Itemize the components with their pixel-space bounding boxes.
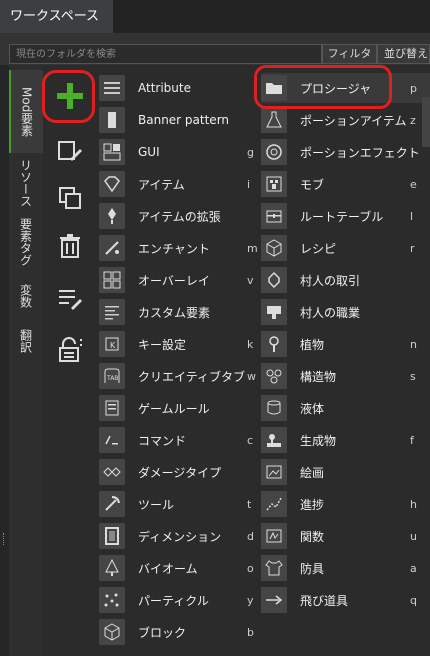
menu-item-armor[interactable]: 防具 a bbox=[261, 553, 430, 583]
emerald-icon bbox=[261, 267, 287, 293]
portal-icon bbox=[99, 523, 125, 549]
menu-item-block[interactable]: ブロック b bbox=[99, 617, 259, 647]
item-extension-icon bbox=[99, 203, 125, 229]
menu-item-villager-trade[interactable]: 村人の取引 bbox=[261, 265, 430, 295]
vtab-mod-elements[interactable]: Mod要素 bbox=[9, 70, 43, 153]
menu-item-enchantment[interactable]: エンチャント m bbox=[99, 233, 259, 263]
sort-button[interactable]: 並び替え bbox=[377, 44, 430, 64]
lock-icon bbox=[59, 337, 82, 362]
menu-item-biome[interactable]: バイオーム o bbox=[99, 553, 259, 583]
particle-icon bbox=[99, 587, 125, 613]
menu-item-potion-item[interactable]: ポーションアイテム z bbox=[261, 105, 430, 135]
chest-icon bbox=[261, 203, 287, 229]
menu-item-custom-element[interactable]: カスタム要素 bbox=[99, 297, 259, 327]
vertical-tabs: Mod要素 リソース 要素タグ 変数 翻訳 bbox=[9, 65, 43, 656]
effect-icon bbox=[261, 139, 287, 165]
menu-item-potion-effect[interactable]: ポーションエフェクト bbox=[261, 137, 430, 167]
tab-workspace[interactable]: ワークスペース bbox=[0, 0, 113, 33]
diamond-icon bbox=[99, 171, 125, 197]
menu-item-function[interactable]: 関数 u bbox=[261, 521, 430, 551]
scrollbar[interactable] bbox=[422, 97, 430, 147]
menu-item-command[interactable]: コマンド c bbox=[99, 425, 259, 455]
menu-item-gamerule[interactable]: ゲームルール bbox=[99, 393, 259, 423]
tab-icon: TAB bbox=[99, 363, 125, 389]
menu-item-banner-pattern[interactable]: Banner pattern bbox=[99, 105, 259, 135]
menu-item-feature[interactable]: 生成物 f bbox=[261, 425, 430, 455]
flask-icon bbox=[261, 107, 287, 133]
code-icon bbox=[99, 299, 125, 325]
creeper-icon bbox=[261, 171, 287, 197]
filter-button[interactable]: フィルタ bbox=[322, 44, 377, 64]
pickaxe-icon bbox=[99, 491, 125, 517]
crafting-table-icon bbox=[261, 235, 287, 261]
vtab-variables[interactable]: 変数 bbox=[9, 271, 43, 321]
duplicate-element-button[interactable] bbox=[52, 180, 88, 216]
gamerule-icon bbox=[99, 395, 125, 421]
menu-item-villager-profession[interactable]: 村人の職業 bbox=[261, 297, 430, 327]
trash-icon bbox=[60, 234, 80, 258]
svg-text:K: K bbox=[110, 341, 116, 350]
lectern-icon bbox=[261, 299, 287, 325]
menu-item-mob[interactable]: モブ e bbox=[261, 169, 430, 199]
plus-highlight-ring bbox=[42, 70, 95, 123]
menu-item-recipe[interactable]: レシピ r bbox=[261, 233, 430, 263]
command-icon bbox=[99, 427, 125, 453]
menu-item-item[interactable]: アイテム i bbox=[99, 169, 259, 199]
panel-splitter[interactable] bbox=[0, 65, 9, 656]
menu-item-overlay[interactable]: オーバーレイ v bbox=[99, 265, 259, 295]
menu-item-tool[interactable]: ツール t bbox=[99, 489, 259, 519]
menu-item-structure[interactable]: 構造物 s bbox=[261, 361, 430, 391]
key-icon: K bbox=[99, 331, 125, 357]
vtab-resources[interactable]: リソース bbox=[9, 153, 43, 213]
function-icon bbox=[261, 523, 287, 549]
menu-item-gui[interactable]: GUI g bbox=[99, 137, 259, 167]
menu-item-damage-type[interactable]: ダメージタイプ bbox=[99, 457, 259, 487]
list-edit-icon bbox=[59, 290, 82, 310]
structure-icon bbox=[261, 363, 287, 389]
menu-item-fluid[interactable]: 液体 bbox=[261, 393, 430, 423]
search-input[interactable]: 現在のフォルダを検索 bbox=[9, 44, 322, 64]
tree-icon bbox=[99, 555, 125, 581]
painting-icon bbox=[261, 459, 287, 485]
menu-item-advancement[interactable]: 進捗 h bbox=[261, 489, 430, 519]
menu-item-projectile[interactable]: 飛び道具 q bbox=[261, 585, 430, 615]
delete-element-button[interactable] bbox=[52, 228, 88, 264]
overlay-icon bbox=[99, 267, 125, 293]
plant-icon bbox=[261, 331, 287, 357]
vtab-translations[interactable]: 翻訳 bbox=[9, 321, 43, 361]
procedure-highlight-ring bbox=[254, 65, 392, 109]
list-edit-button[interactable] bbox=[52, 280, 88, 316]
armor-icon bbox=[261, 555, 287, 581]
edit-icon bbox=[58, 141, 82, 161]
menu-item-keybinding[interactable]: K キー設定 k bbox=[99, 329, 259, 359]
cube-icon bbox=[99, 619, 125, 645]
grip-icon bbox=[3, 533, 7, 545]
banner-icon bbox=[99, 107, 125, 133]
bucket-icon bbox=[261, 395, 287, 421]
gui-icon bbox=[99, 139, 125, 165]
enchantment-icon bbox=[99, 235, 125, 261]
edit-element-button[interactable] bbox=[52, 133, 88, 169]
tab-bar: ワークスペース bbox=[0, 0, 430, 33]
menu-item-plant[interactable]: 植物 n bbox=[261, 329, 430, 359]
vtab-element-tags[interactable]: 要素タグ bbox=[9, 213, 43, 271]
duplicate-icon bbox=[59, 187, 81, 209]
menu-item-painting[interactable]: 絵画 bbox=[261, 457, 430, 487]
menu-item-loot-table[interactable]: ルートテーブル l bbox=[261, 201, 430, 231]
damage-icon bbox=[99, 459, 125, 485]
lock-element-button[interactable] bbox=[52, 331, 88, 367]
terrain-icon bbox=[261, 427, 287, 453]
arrow-icon bbox=[261, 587, 287, 613]
menu-item-particle[interactable]: パーティクル y bbox=[99, 585, 259, 615]
menu-item-item-extension[interactable]: アイテムの拡張 bbox=[99, 201, 259, 231]
menu-item-dimension[interactable]: ディメンション d bbox=[99, 521, 259, 551]
attribute-icon bbox=[99, 75, 125, 101]
menu-item-attribute[interactable]: Attribute bbox=[99, 73, 259, 103]
menu-item-creative-tab[interactable]: TAB クリエイティブタブ w bbox=[99, 361, 259, 391]
progress-icon bbox=[261, 491, 287, 517]
svg-text:TAB: TAB bbox=[106, 375, 118, 382]
